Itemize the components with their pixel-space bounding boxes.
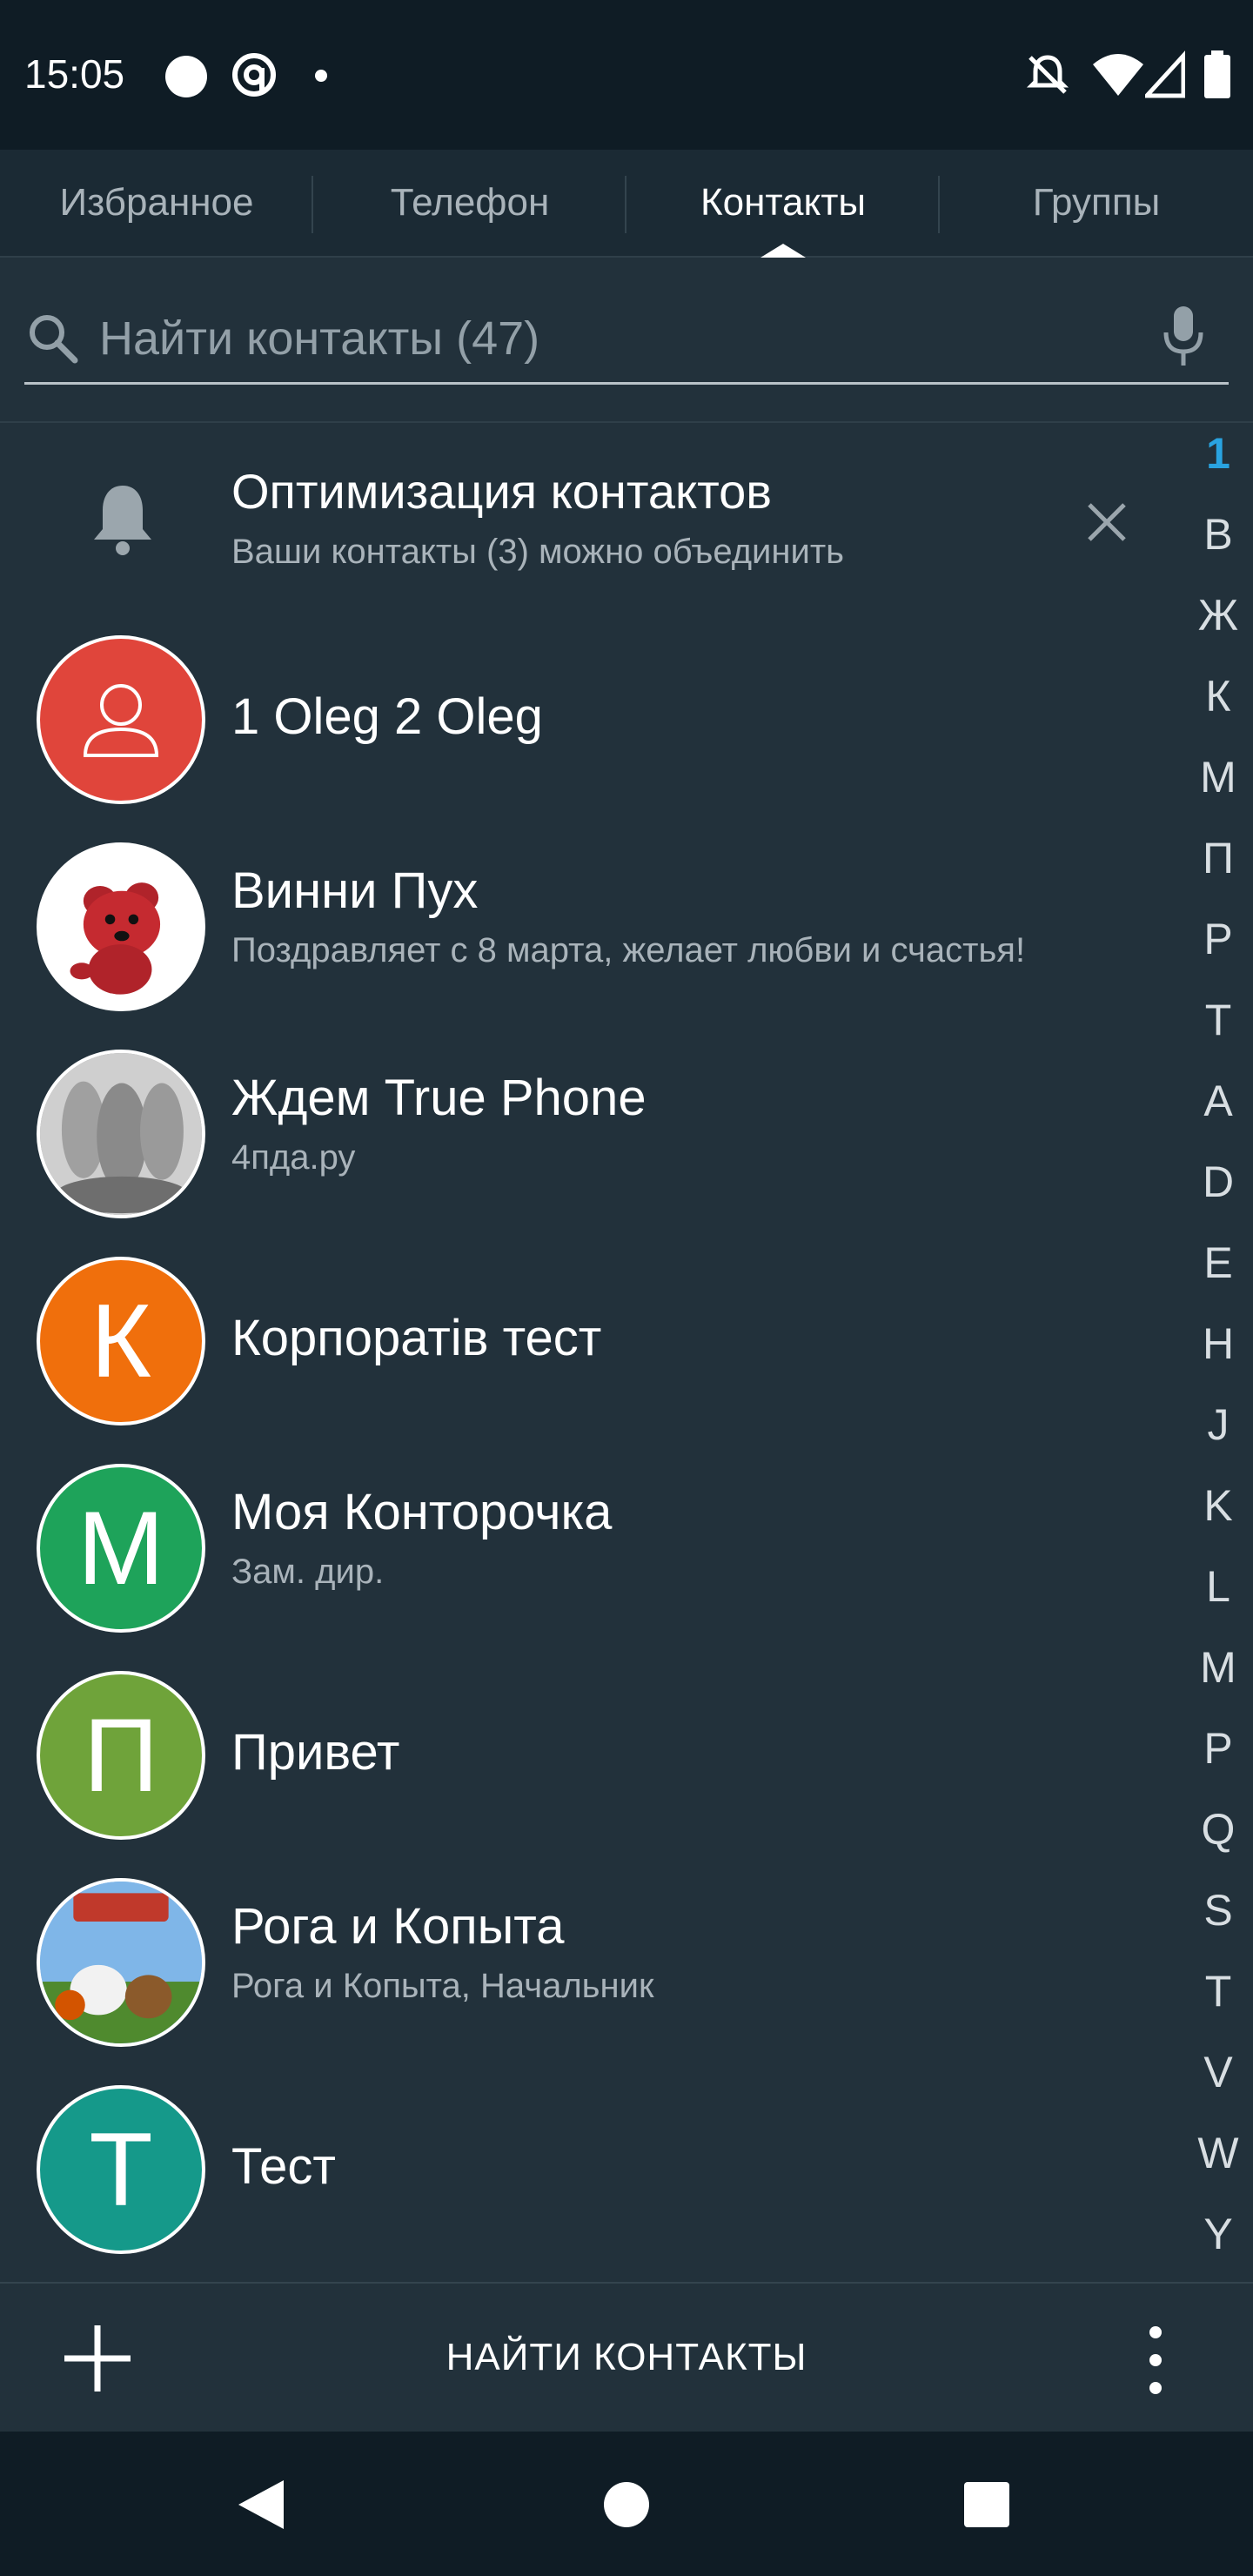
contact-item[interactable]: Рога и Копыта Рога и Копыта, Начальник [0,1869,1183,2076]
avatar [37,1050,205,1218]
more-vertical-icon[interactable] [1140,2324,1171,2397]
wifi-icon [1093,54,1143,96]
avatar: М [37,1464,205,1633]
home-icon[interactable] [604,2482,649,2527]
microphone-icon[interactable] [1157,303,1209,372]
alphabet-letter[interactable]: Р [1183,914,1253,964]
alphabet-letter[interactable]: J [1183,1399,1253,1450]
search-divider [0,421,1253,423]
contact-subtitle: Рога и Копыта, Начальник [231,1967,654,2005]
contact-name: Привет [231,1724,400,1781]
alphabet-letter[interactable]: 1 [1183,428,1253,479]
contact-item[interactable]: 1 Oleg 2 Oleg [0,627,1183,834]
alphabet-letter[interactable]: T [1183,1966,1253,2016]
close-icon[interactable] [1081,496,1133,548]
alphabet-letter[interactable]: П [1183,833,1253,883]
creatures-picture-icon [40,1053,202,1215]
notification-circle-icon [165,56,207,97]
alphabet-letter[interactable]: K [1183,1480,1253,1531]
search-bar [24,292,1229,385]
add-icon[interactable] [61,2322,134,2395]
alphabet-letter[interactable]: Q [1183,1804,1253,1855]
recent-apps-icon[interactable] [964,2482,1009,2527]
contact-subtitle: Поздравляет с 8 марта, желает любви и сч… [231,931,1026,969]
tab-label: Группы [1032,181,1161,224]
banner-subtitle: Ваши контакты (3) можно объединить [231,533,844,571]
tab-favorites[interactable]: Избранное [0,150,313,256]
alphabet-letter[interactable]: W [1183,2128,1253,2178]
banner-title: Оптимизация контактов [231,464,773,519]
contact-item[interactable]: П Привет [0,1662,1183,1869]
contact-item[interactable]: Винни Пух Поздравляет с 8 марта, желает … [0,834,1183,1041]
contact-subtitle: 4пда.ру [231,1138,356,1177]
contact-name: 1 Oleg 2 Oleg [231,688,543,745]
bottom-action-bar: НАЙТИ КОНТАКТЫ [0,2282,1253,2430]
tab-label: Телефон [390,181,550,224]
search-input[interactable] [99,308,1100,369]
alphabet-letter[interactable]: V [1183,2047,1253,2097]
contact-item[interactable]: К Корпоратів тест [0,1248,1183,1455]
alphabet-letter[interactable]: Y [1183,2209,1253,2259]
alphabet-letter[interactable]: M [1183,1642,1253,1693]
contact-item[interactable]: Ждем True Phone 4пда.ру [0,1041,1183,1248]
avatar [37,635,205,804]
battery-icon [1204,50,1230,98]
alphabet-letter[interactable]: E [1183,1238,1253,1288]
status-bar: 15:05 [0,0,1253,150]
avatar [37,1878,205,2047]
tab-phone[interactable]: Телефон [313,150,626,256]
at-sign-icon [232,53,276,97]
bear-picture-icon [70,882,161,995]
active-tab-indicator [761,244,806,258]
avatar: П [37,1671,205,1840]
alphabet-letter[interactable]: Т [1183,995,1253,1045]
system-navigation-bar [0,2432,1253,2576]
tab-groups[interactable]: Группы [940,150,1253,256]
contact-item[interactable]: Т Тест [0,2076,1183,2284]
contact-item[interactable]: М Моя Конторочка Зам. дир. [0,1455,1183,1662]
contact-name: Моя Конторочка [231,1484,613,1540]
avatar: Т [37,2085,205,2254]
contact-optimization-banner[interactable]: Оптимизация контактов Ваши контакты (3) … [0,435,1183,609]
alphabet-letter[interactable]: A [1183,1076,1253,1126]
bell-icon [94,486,151,555]
contact-name: Тест [231,2138,336,2195]
contact-name: Рога и Копыта [231,1898,565,1955]
alphabet-letter[interactable]: В [1183,509,1253,560]
notifications-off-icon [1026,55,1069,94]
alphabet-letter[interactable]: L [1183,1561,1253,1612]
contact-list: 1 Oleg 2 Oleg Винни Пух Поздравляет с 8 … [0,627,1183,2284]
person-icon [83,684,159,757]
search-icon [30,315,78,364]
tab-label: Избранное [59,181,254,224]
contact-name: Корпоратів тест [231,1310,602,1366]
status-time: 15:05 [24,51,125,97]
avatar [37,842,205,1011]
alphabet-letter[interactable]: P [1183,1723,1253,1774]
alphabet-letter[interactable]: Ж [1183,590,1253,641]
tab-label: Контакты [700,181,867,224]
signal-icon [1145,50,1185,98]
cartoon-picture-icon [40,1882,202,2043]
alphabet-letter[interactable]: H [1183,1318,1253,1369]
more-notifications-dot-icon [315,70,327,82]
tab-contacts[interactable]: Контакты [626,150,940,258]
contact-name: Винни Пух [231,862,479,919]
contact-subtitle: Зам. дир. [231,1553,385,1591]
contact-name: Ждем True Phone [231,1070,647,1126]
alphabet-letter[interactable]: М [1183,752,1253,802]
alphabet-letter[interactable]: S [1183,1885,1253,1935]
alphabet-letter[interactable]: D [1183,1157,1253,1207]
avatar: К [37,1257,205,1426]
alphabet-index[interactable]: 1 ВЖКМПРТADEHJKLMPQSTVWY [1183,428,1253,2273]
find-contacts-button[interactable]: НАЙТИ КОНТАКТЫ [365,2318,888,2397]
alphabet-letter[interactable]: К [1183,671,1253,721]
tab-bar: Избранное Телефон Контакты Группы [0,150,1253,258]
back-icon[interactable] [235,2477,287,2532]
